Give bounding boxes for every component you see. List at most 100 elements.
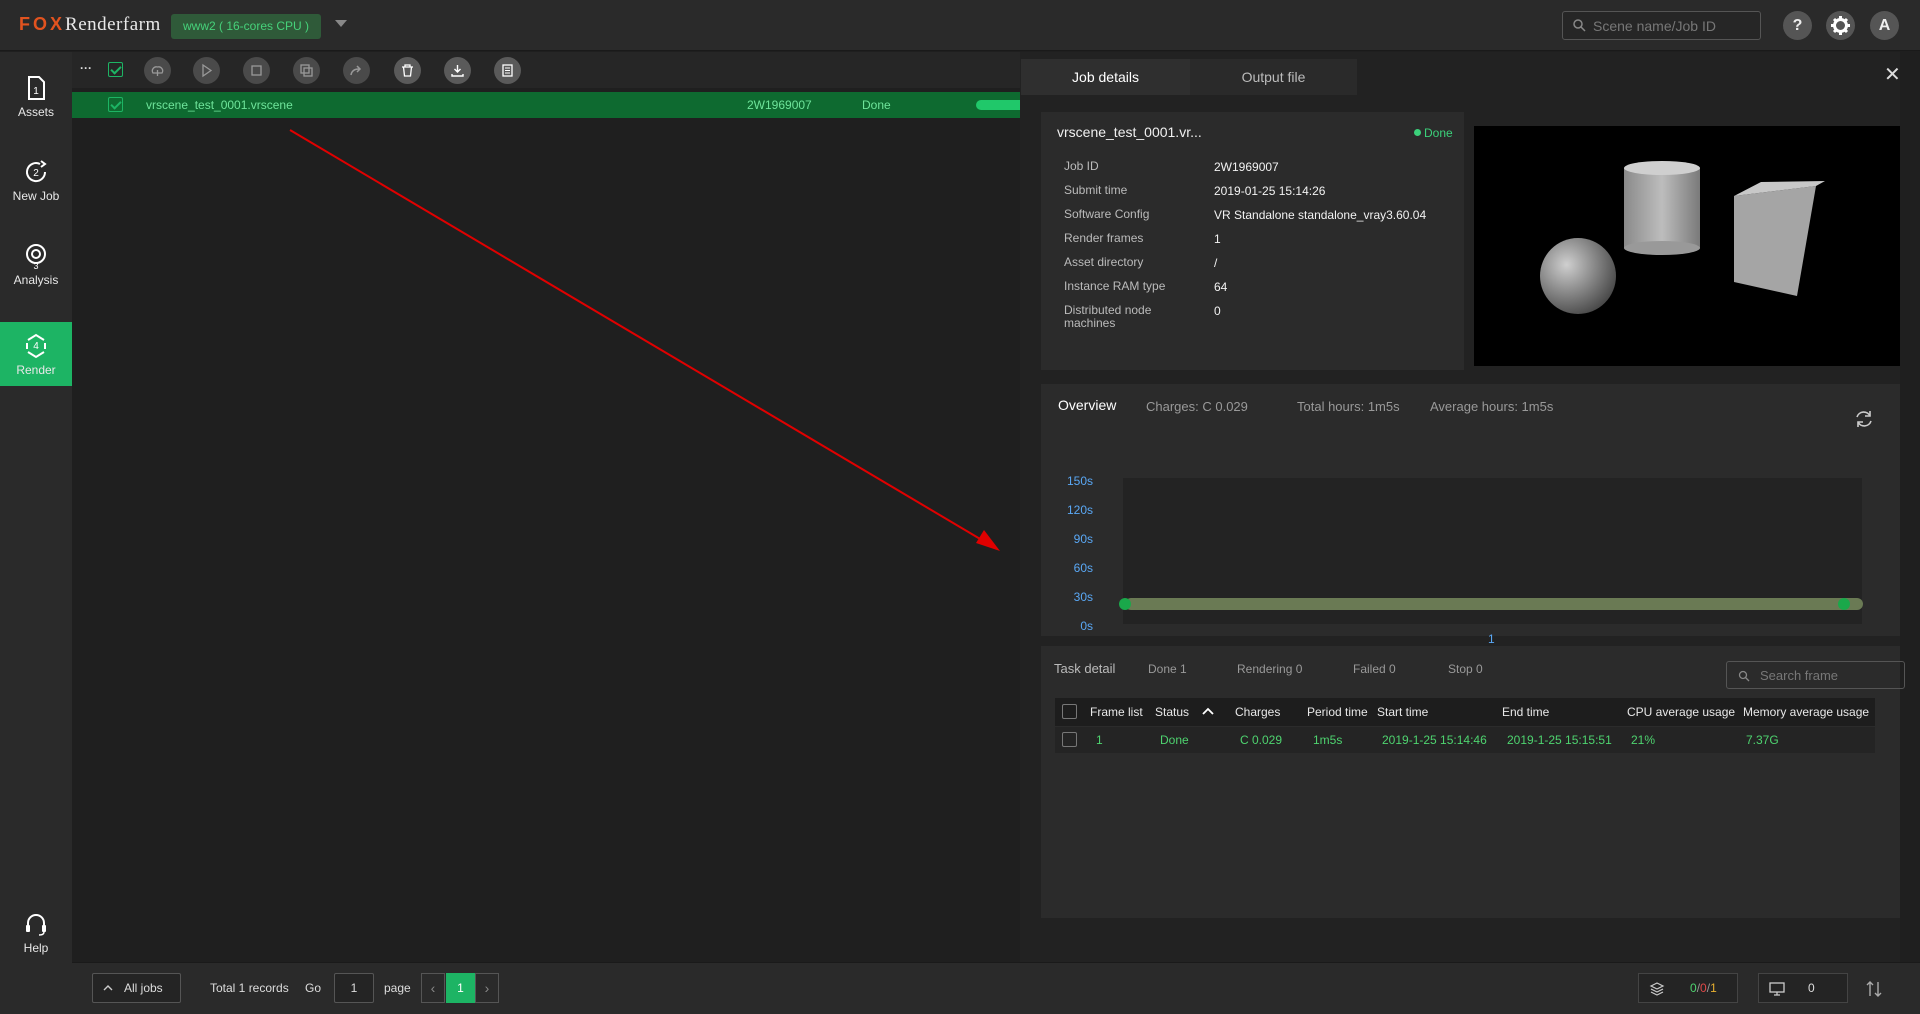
footer-bar: All jobs Total 1 records Go 1 page ‹ 1 ›… bbox=[72, 962, 1920, 1014]
stat-rendering[interactable]: Rendering 0 bbox=[1237, 662, 1302, 676]
download-icon bbox=[451, 65, 464, 77]
current-page[interactable]: 1 bbox=[446, 973, 475, 1003]
job-progress-bar bbox=[976, 100, 1020, 110]
help-button[interactable]: ? bbox=[1783, 11, 1812, 40]
table-row[interactable]: 1 Done C 0.029 1m5s 2019-1-25 15:14:46 2… bbox=[1055, 727, 1875, 753]
y-tick-label: 0s bbox=[1080, 619, 1093, 633]
sidebar-item-render[interactable]: 4 Render bbox=[0, 322, 72, 386]
column-header[interactable]: Frame list bbox=[1090, 705, 1143, 719]
frame-search-input[interactable] bbox=[1760, 667, 1900, 683]
field-label: Instance RAM type bbox=[1064, 279, 1166, 293]
column-header[interactable]: Start time bbox=[1377, 705, 1428, 719]
job-name: vrscene_test_0001.vrscene bbox=[146, 98, 293, 112]
next-page-button[interactable]: › bbox=[475, 973, 499, 1003]
new-job-icon: 2 bbox=[26, 160, 47, 183]
sort-toggle-icon[interactable] bbox=[1863, 978, 1885, 1000]
x-tick-label: 1 bbox=[1488, 632, 1495, 646]
header-checkbox[interactable] bbox=[1062, 704, 1077, 719]
upload-button[interactable] bbox=[144, 57, 171, 84]
sidebar-item-new-job[interactable]: 2 New Job bbox=[0, 148, 72, 212]
count-failed: 0 bbox=[1700, 981, 1707, 995]
prev-page-button[interactable]: ‹ bbox=[421, 973, 445, 1003]
close-icon[interactable]: ✕ bbox=[1884, 62, 1901, 87]
cell-period: 1m5s bbox=[1313, 733, 1343, 747]
select-all-checkbox[interactable] bbox=[108, 62, 123, 77]
frame-search-box[interactable] bbox=[1726, 661, 1905, 689]
copy-button[interactable] bbox=[293, 57, 320, 84]
task-count-box: 0/0/1 bbox=[1638, 973, 1738, 1003]
gear-icon bbox=[1831, 16, 1850, 35]
field-label: Submit time bbox=[1064, 183, 1128, 197]
monitor-icon bbox=[1769, 982, 1785, 996]
play-icon bbox=[202, 63, 213, 78]
resubmit-button[interactable] bbox=[343, 57, 370, 84]
trash-icon bbox=[402, 64, 413, 77]
job-toolbar: ··· bbox=[72, 52, 1020, 88]
y-tick-label: 120s bbox=[1066, 503, 1093, 517]
column-header[interactable]: CPU average usage bbox=[1627, 705, 1735, 719]
job-search-box[interactable] bbox=[1562, 11, 1761, 40]
field-value: VR Standalone standalone_vray3.60.04 bbox=[1214, 208, 1427, 222]
tab-output-file[interactable]: Output file bbox=[1190, 59, 1357, 95]
svg-text:2: 2 bbox=[33, 168, 39, 179]
field-value: / bbox=[1214, 256, 1218, 270]
table-header: Frame list Status Charges Period time St… bbox=[1055, 698, 1875, 726]
slider-handle-end[interactable] bbox=[1838, 598, 1850, 610]
job-id: 2W1969007 bbox=[747, 98, 812, 112]
total-records: Total 1 records bbox=[210, 981, 289, 995]
svg-text:1: 1 bbox=[33, 86, 39, 97]
sidebar-item-assets[interactable]: 1 Assets bbox=[0, 64, 72, 128]
field-value: 2W1969007 bbox=[1214, 160, 1279, 174]
stat-failed[interactable]: Failed 0 bbox=[1353, 662, 1396, 676]
field-label: Asset directory bbox=[1064, 255, 1144, 269]
sidebar-item-label: Render bbox=[16, 363, 56, 377]
job-row-checkbox[interactable] bbox=[108, 97, 123, 112]
field-label: Distributed node machines bbox=[1064, 303, 1152, 330]
svg-text:3: 3 bbox=[33, 261, 38, 270]
start-button[interactable] bbox=[193, 57, 220, 84]
column-header[interactable]: Memory average usage bbox=[1743, 705, 1869, 719]
page-input[interactable]: 1 bbox=[334, 973, 374, 1003]
sidebar-item-help[interactable]: Help bbox=[0, 900, 72, 964]
report-button[interactable] bbox=[494, 57, 521, 84]
job-info-card: vrscene_test_0001.vr... Done Job ID 2W19… bbox=[1041, 112, 1464, 370]
column-header[interactable]: Charges bbox=[1235, 705, 1280, 719]
column-header[interactable]: Period time bbox=[1307, 705, 1368, 719]
more-menu-button[interactable]: ··· bbox=[80, 61, 92, 75]
all-jobs-button[interactable]: All jobs bbox=[92, 973, 181, 1003]
cell-cpu: 21% bbox=[1631, 733, 1656, 747]
column-header[interactable]: End time bbox=[1502, 705, 1549, 719]
row-checkbox[interactable] bbox=[1062, 732, 1077, 747]
field-value: 0 bbox=[1214, 304, 1221, 318]
stat-done[interactable]: Done 1 bbox=[1148, 662, 1187, 676]
cell-memory: 7.37G bbox=[1746, 733, 1779, 747]
task-detail-title: Task detail bbox=[1054, 661, 1116, 676]
render-preview[interactable] bbox=[1474, 126, 1900, 366]
y-tick-label: 60s bbox=[1073, 561, 1093, 575]
cylinder-shape bbox=[1624, 168, 1700, 248]
job-row[interactable]: vrscene_test_0001.vrscene 2W1969007 Done bbox=[72, 92, 1020, 118]
sort-up-icon[interactable] bbox=[1202, 707, 1214, 715]
refresh-icon[interactable] bbox=[1853, 408, 1875, 430]
overview-total-hours: Total hours: 1m5s bbox=[1297, 399, 1400, 414]
delete-button[interactable] bbox=[394, 57, 421, 84]
settings-button[interactable] bbox=[1826, 11, 1855, 40]
sidebar-item-analysis[interactable]: 3 Analysis bbox=[0, 232, 72, 296]
search-icon bbox=[1573, 19, 1586, 32]
logo-renderfarm: Renderfarm bbox=[65, 14, 161, 35]
cluster-selector[interactable]: www2 ( 16-cores CPU ) bbox=[171, 14, 322, 39]
chart-range-slider[interactable] bbox=[1125, 598, 1863, 610]
upload-icon bbox=[151, 66, 164, 76]
stop-button[interactable] bbox=[243, 57, 270, 84]
search-input[interactable] bbox=[1593, 17, 1753, 35]
download-button[interactable] bbox=[444, 57, 471, 84]
column-header[interactable]: Status bbox=[1155, 705, 1189, 719]
tab-job-details[interactable]: Job details bbox=[1021, 59, 1190, 95]
chevron-down-icon[interactable] bbox=[335, 20, 347, 27]
slider-handle-start[interactable] bbox=[1119, 598, 1131, 610]
stat-stop[interactable]: Stop 0 bbox=[1448, 662, 1483, 676]
avatar[interactable]: A bbox=[1870, 11, 1899, 40]
field-value: 2019-01-25 15:14:26 bbox=[1214, 184, 1326, 198]
overview-title: Overview bbox=[1058, 397, 1117, 413]
cell-charges: C 0.029 bbox=[1240, 733, 1283, 747]
